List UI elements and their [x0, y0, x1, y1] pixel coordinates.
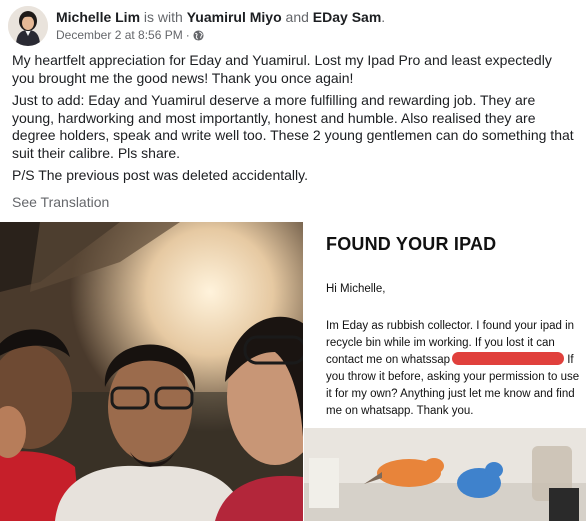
post-paragraph: Just to add: Eday and Yuamirul deserve a… [12, 92, 574, 161]
screenshot-greeting: Hi Michelle, [326, 283, 386, 295]
screenshot-title: FOUND YOUR IPAD [326, 234, 497, 254]
author-name[interactable]: Michelle Lim [56, 9, 140, 25]
post-timestamp[interactable]: December 2 at 8:56 PM [56, 28, 183, 42]
see-translation-link[interactable]: See Translation [12, 194, 109, 210]
tagged-person-1[interactable]: Yuamirul Miyo [187, 9, 282, 25]
post-paragraph: My heartfelt appreciation for Eday and Y… [12, 52, 552, 86]
tagged-person-2[interactable]: EDay Sam [313, 9, 381, 25]
and-text: and [285, 9, 309, 25]
screenshot-bottom-photo [304, 428, 586, 521]
selfie-photo[interactable] [0, 222, 303, 521]
message-screenshot[interactable]: FOUND YOUR IPAD Hi Michelle, Im Eday as … [304, 222, 586, 521]
avatar[interactable] [8, 6, 48, 46]
screenshot-message: Im Eday as rubbish collector. I found yo… [326, 318, 582, 420]
globe-icon[interactable] [193, 29, 204, 41]
redacted-phone-number [452, 352, 565, 365]
separator-dot: · [185, 28, 190, 42]
post-paragraph: P/S The previous post was deleted accide… [12, 167, 308, 183]
with-text: is with [143, 9, 183, 25]
post-media: FOUND YOUR IPAD Hi Michelle, Im Eday as … [0, 222, 586, 521]
post-meta: December 2 at 8:56 PM · [56, 28, 204, 42]
post-body: My heartfelt appreciation for Eday and Y… [12, 52, 578, 190]
author-line: Michelle Lim is with Yuamirul Miyo and E… [56, 9, 385, 25]
post-header: Michelle Lim is with Yuamirul Miyo and E… [8, 6, 578, 46]
period: . [381, 9, 386, 25]
